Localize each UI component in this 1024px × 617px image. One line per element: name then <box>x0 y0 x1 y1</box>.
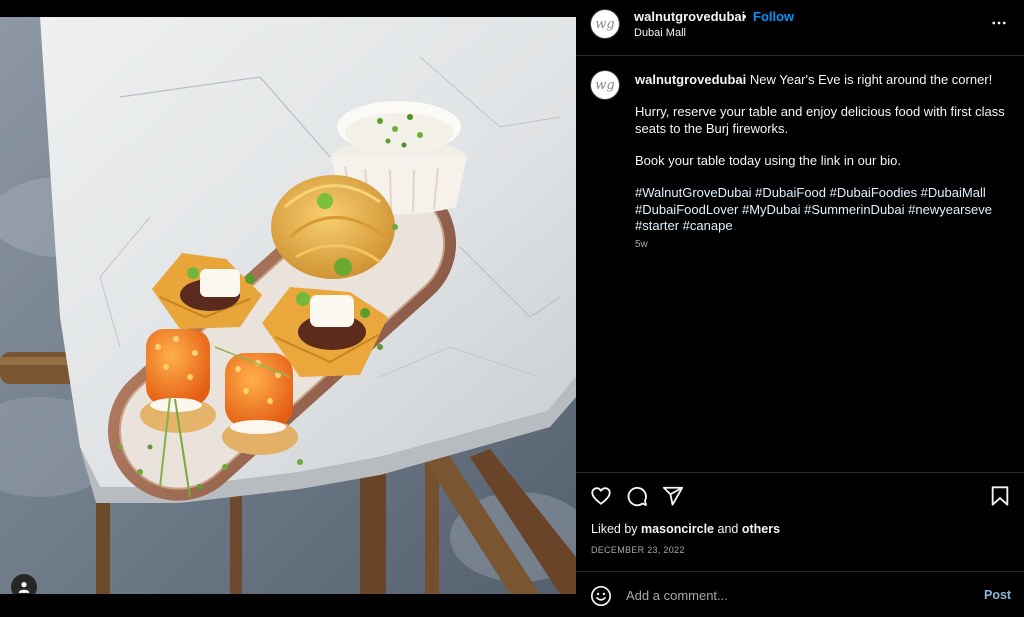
liked-by-user[interactable]: masoncircle <box>641 522 714 536</box>
post-image[interactable] <box>0 17 576 594</box>
comment-divider <box>576 571 1024 572</box>
caption-line-3: Book your table today using the link in … <box>635 152 901 168</box>
user-tag-icon <box>18 582 30 593</box>
location-link[interactable]: Dubai Mall <box>634 27 686 39</box>
heart-icon[interactable] <box>590 485 612 507</box>
caption-age: 5w <box>635 239 648 250</box>
header-divider <box>576 55 1024 56</box>
likes-summary: Liked by masoncircle and others <box>591 522 780 536</box>
header-avatar[interactable]: wg <box>590 9 620 39</box>
avatar-monogram: wg <box>595 77 615 93</box>
send-icon[interactable] <box>662 485 684 507</box>
follow-button[interactable]: Follow <box>753 9 794 24</box>
post-date: DECEMBER 23, 2022 <box>591 545 685 555</box>
post-sidebar: wg walnutgrovedubai • Follow Dubai Mall … <box>576 0 1024 617</box>
caption-hashtags[interactable]: #WalnutGroveDubai #DubaiFood #DubaiFoodi… <box>635 185 1005 234</box>
caption-username[interactable]: walnutgrovedubai <box>635 72 746 87</box>
bookmark-icon[interactable] <box>989 485 1011 507</box>
caption-text: walnutgrovedubai New Year's Eve is right… <box>635 72 1005 234</box>
more-horizontal-icon[interactable] <box>990 14 1008 32</box>
post-comment-button[interactable]: Post <box>984 588 1011 602</box>
likes-prefix: Liked by <box>591 522 638 536</box>
caption-line-2: Hurry, reserve your table and enjoy deli… <box>635 104 1005 136</box>
comment-icon[interactable] <box>626 485 648 507</box>
comment-input[interactable] <box>626 584 966 606</box>
caption-avatar[interactable]: wg <box>590 70 620 100</box>
tagged-users-button[interactable] <box>11 574 37 594</box>
likes-others[interactable]: others <box>742 522 780 536</box>
header-username[interactable]: walnutgrovedubai <box>634 9 745 24</box>
actions-divider <box>576 472 1024 473</box>
emoji-icon[interactable] <box>590 585 612 607</box>
food-photo <box>0 17 576 594</box>
post-modal: wg walnutgrovedubai • Follow Dubai Mall … <box>0 0 1024 617</box>
header-separator: • <box>742 9 747 24</box>
caption-line-1: New Year's Eve is right around the corne… <box>749 72 993 87</box>
avatar-monogram: wg <box>595 16 615 32</box>
likes-joiner: and <box>717 522 739 536</box>
